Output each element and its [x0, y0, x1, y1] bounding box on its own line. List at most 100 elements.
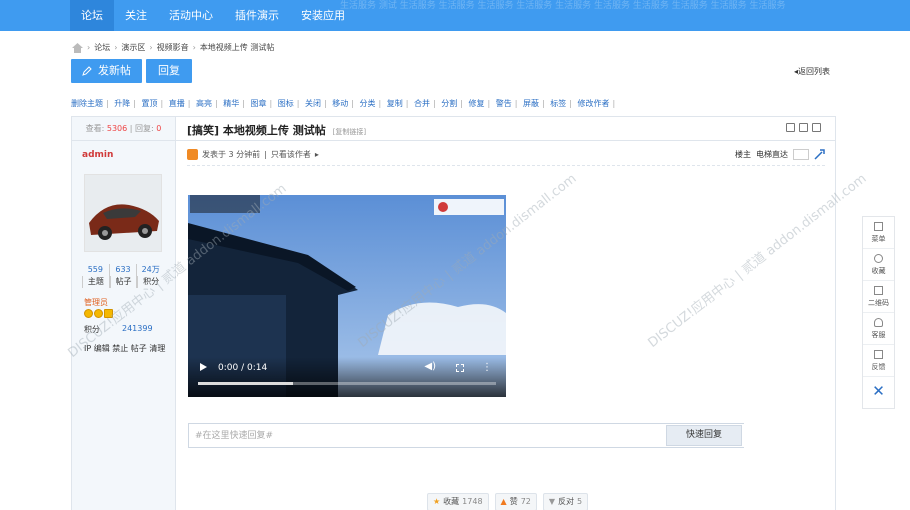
float-qrcode[interactable]: 二维码	[863, 281, 894, 313]
moderator-toolbar: 删除主题 | 升降 | 置顶 | 直播 | 高亮 | 精华 | 图章 | 图标 | 关闭 | 移动…	[71, 99, 616, 108]
home-icon[interactable]	[72, 42, 83, 53]
mod-highlight[interactable]: 高亮	[196, 99, 212, 108]
stat-posts[interactable]: 633	[110, 264, 137, 276]
avatar[interactable]	[84, 174, 162, 252]
nav-menu: 论坛 关注 活动中心 插件演示 安装应用	[70, 0, 356, 31]
nav-item-activity[interactable]: 活动中心	[158, 0, 224, 31]
thread-tools	[786, 123, 821, 132]
mod-repair[interactable]: 修复	[469, 99, 485, 108]
post-meta: 发表于 3 分钟前 | 只看该作者 ▸	[187, 149, 319, 160]
breadcrumb-thread[interactable]: 本地视频上传 测试帖	[200, 42, 275, 53]
view-count: 5306	[106, 124, 128, 133]
fullscreen-icon[interactable]	[456, 364, 464, 372]
quick-reply-button[interactable]: 快速回复	[666, 425, 742, 446]
nav-item-install[interactable]: 安装应用	[290, 0, 356, 31]
headset-icon	[874, 318, 883, 327]
author-sidebar: 查看: 5306 | 回复: 0 admin 559 主题 633 帖子 24万 积分…	[72, 117, 176, 510]
thumbs-up-icon: ▲	[500, 497, 507, 506]
mod-live[interactable]: 直播	[169, 99, 185, 108]
mod-ban[interactable]: 屏蔽	[523, 99, 539, 108]
thumbs-down-icon: ▼	[548, 497, 556, 506]
nav-item-plugins[interactable]: 插件演示	[224, 0, 290, 31]
float-service[interactable]: 客服	[863, 313, 894, 345]
jump-label: 电梯直达	[756, 150, 788, 159]
oppose-count: 5	[577, 497, 583, 506]
mod-stick[interactable]: 置顶	[142, 99, 158, 108]
thread-title: [搞笑] 本地视频上传 测试帖 [复制链接]	[187, 122, 366, 138]
breadcrumb-forum[interactable]: 论坛	[94, 42, 110, 53]
reply-count: 0	[156, 124, 162, 133]
thread-title-text: 本地视频上传 测试帖	[222, 124, 326, 137]
user-group[interactable]: 管理员	[84, 297, 108, 308]
video-progress-bar[interactable]	[198, 382, 496, 385]
breadcrumb-separator: ›	[87, 43, 91, 52]
breadcrumb-video[interactable]: 视频影音	[157, 42, 189, 53]
mod-delete[interactable]: 删除主题	[71, 99, 103, 108]
mod-digest[interactable]: 精华	[223, 99, 239, 108]
floor-info: 楼主 电梯直达	[735, 149, 825, 160]
car-avatar-image	[85, 175, 161, 251]
nav-item-forum[interactable]: 论坛	[70, 0, 114, 31]
stat-credits[interactable]: 24万	[137, 264, 164, 276]
close-icon[interactable]: ✕	[863, 377, 894, 405]
heart-icon	[874, 254, 883, 263]
star-icon: ★	[433, 497, 441, 506]
only-author-link[interactable]: 只看该作者	[271, 149, 311, 160]
breadcrumb-separator: ›	[114, 43, 118, 52]
author-name[interactable]: admin	[82, 150, 113, 160]
admin-links[interactable]: IP 编辑 禁止 帖子 清理	[84, 343, 165, 354]
rank-stars	[84, 309, 113, 318]
thread-stats: 查看: 5306 | 回复: 0	[72, 117, 175, 141]
mod-close[interactable]: 关闭	[305, 99, 321, 108]
float-favorite[interactable]: 收藏	[863, 249, 894, 281]
more-options-icon[interactable]: ⋮	[482, 362, 492, 373]
mod-category[interactable]: 分类	[360, 99, 376, 108]
sun-icon	[94, 309, 103, 318]
back-to-list-label: 返回列表	[798, 67, 830, 76]
new-post-button[interactable]: 发新帖	[71, 59, 142, 83]
floor-label: 楼主	[735, 150, 751, 159]
stat-threads[interactable]: 559	[82, 264, 109, 276]
nav-item-follow[interactable]: 关注	[114, 0, 158, 31]
breadcrumb-separator: ›	[149, 43, 153, 52]
jump-floor-input[interactable]	[793, 149, 809, 160]
thread-type-tag[interactable]: [搞笑]	[187, 124, 219, 137]
mod-copy[interactable]: 复制	[387, 99, 403, 108]
caret-right-icon: ▸	[314, 150, 319, 159]
sun-icon	[84, 309, 93, 318]
credits-value: 241399	[122, 324, 153, 333]
mod-merge[interactable]: 合并	[414, 99, 430, 108]
edit-icon	[874, 350, 883, 359]
mod-bump[interactable]: 升降	[114, 99, 130, 108]
oppose-button[interactable]: ▼ 反对 5	[542, 493, 589, 510]
next-thread-icon[interactable]	[812, 123, 821, 132]
credits-row: 积分 241399	[84, 324, 153, 334]
float-menu[interactable]: 菜单	[863, 217, 894, 249]
mod-split[interactable]: 分割	[441, 99, 457, 108]
mod-change-author[interactable]: 修改作者	[578, 99, 610, 108]
print-icon[interactable]	[786, 123, 795, 132]
back-to-list-link[interactable]: ◂返回列表	[794, 66, 830, 77]
mod-tags[interactable]: 标签	[550, 99, 566, 108]
jump-go-icon[interactable]	[814, 149, 825, 160]
mod-stamp[interactable]: 图章	[251, 99, 267, 108]
volume-icon[interactable]: ◀)	[424, 361, 436, 372]
breadcrumb-demo[interactable]: 演示区	[121, 42, 145, 53]
favorite-button[interactable]: ★ 收藏 1748	[427, 493, 489, 510]
prev-thread-icon[interactable]	[799, 123, 808, 132]
pencil-icon	[82, 66, 92, 76]
quick-reply-input[interactable]	[189, 424, 744, 447]
video-player[interactable]: 0:00 / 0:14 ◀) ⋮	[188, 195, 506, 397]
float-feedback[interactable]: 反馈	[863, 345, 894, 377]
mod-icon[interactable]: 图标	[278, 99, 294, 108]
user-icon	[187, 149, 198, 160]
star-icon	[104, 309, 113, 318]
reply-button[interactable]: 回复	[146, 59, 192, 83]
copy-link[interactable]: [复制链接]	[333, 128, 366, 136]
like-button[interactable]: ▲ 赞 72	[494, 493, 537, 510]
mod-warn[interactable]: 警告	[496, 99, 512, 108]
play-icon[interactable]	[200, 363, 207, 371]
new-post-label: 发新帖	[98, 64, 131, 77]
mod-move[interactable]: 移动	[332, 99, 348, 108]
thread-title-row: [搞笑] 本地视频上传 测试帖 [复制链接]	[176, 117, 835, 141]
